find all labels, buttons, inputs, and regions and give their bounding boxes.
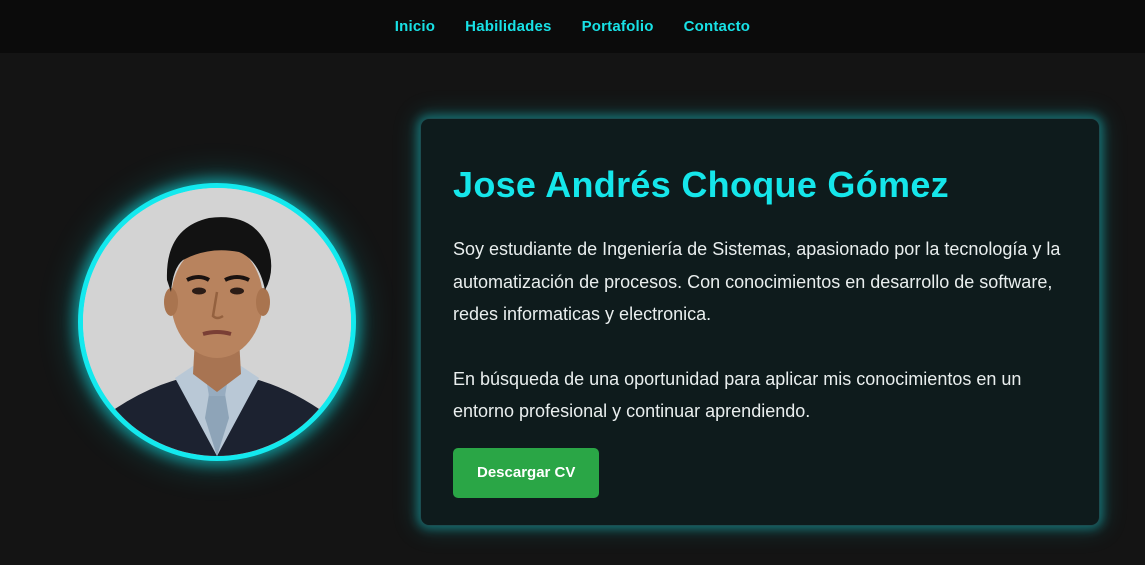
nav-link-inicio[interactable]: Inicio	[395, 18, 435, 35]
nav-link-contacto[interactable]: Contacto	[684, 18, 751, 35]
profile-photo-illustration	[83, 188, 351, 456]
intro-card: Jose Andrés Choque Gómez Soy estudiante …	[420, 118, 1100, 526]
intro-paragraph: Soy estudiante de Ingeniería de Sistemas…	[453, 239, 1061, 324]
download-cv-button[interactable]: Descargar CV	[453, 447, 600, 498]
hero-section: Jose Andrés Choque Gómez Soy estudiante …	[0, 53, 1145, 565]
goal-paragraph: En búsqueda de una oportunidad para apli…	[453, 368, 1022, 422]
top-navbar: Inicio Habilidades Portafolio Contacto	[0, 0, 1145, 53]
profile-photo	[78, 183, 356, 461]
profile-name: Jose Andrés Choque Gómez	[453, 164, 949, 205]
nav-link-portafolio[interactable]: Portafolio	[582, 18, 654, 35]
nav-link-habilidades[interactable]: Habilidades	[465, 18, 551, 35]
